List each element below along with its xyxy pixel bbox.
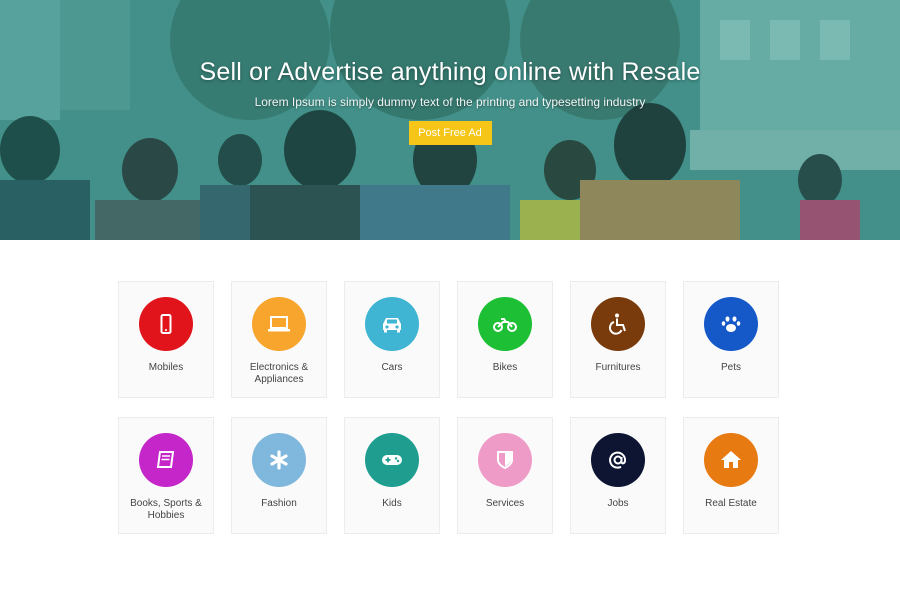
category-icon-circle xyxy=(704,297,758,351)
category-icon-circle xyxy=(591,297,645,351)
asterisk-icon xyxy=(270,450,288,470)
category-label: Jobs xyxy=(607,498,629,509)
motorbike-icon xyxy=(493,318,517,332)
category-tile-jobs[interactable]: Jobs xyxy=(570,417,666,534)
hero-subtitle: Lorem Ipsum is simply dummy text of the … xyxy=(254,95,646,109)
category-icon-circle xyxy=(591,433,645,487)
home-icon xyxy=(721,451,741,468)
hero-banner: Sell or Advertise anything online with R… xyxy=(0,0,900,240)
category-icon-circle xyxy=(252,433,306,487)
laptop-icon xyxy=(268,316,290,332)
category-icon-circle xyxy=(139,433,193,487)
category-label: Kids xyxy=(382,498,402,509)
category-icon-circle xyxy=(252,297,306,351)
gamepad-icon xyxy=(382,455,402,465)
category-tile-electronics-appliances[interactable]: Electronics & Appliances xyxy=(231,281,327,398)
category-label: Cars xyxy=(381,362,403,373)
category-label: Fashion xyxy=(261,498,297,509)
post-free-ad-button[interactable]: Post Free Ad xyxy=(408,121,492,145)
category-tile-real-estate[interactable]: Real Estate xyxy=(683,417,779,534)
category-icon-circle xyxy=(365,297,419,351)
category-tile-bikes[interactable]: Bikes xyxy=(457,281,553,398)
at-sign-icon xyxy=(609,451,627,469)
category-label: Real Estate xyxy=(705,498,757,509)
shield-icon xyxy=(497,451,513,470)
category-tile-fashion[interactable]: Fashion xyxy=(231,417,327,534)
category-label: Pets xyxy=(720,362,741,373)
mobile-icon xyxy=(160,314,172,334)
category-tile-pets[interactable]: Pets xyxy=(683,281,779,398)
category-label: Bikes xyxy=(492,362,518,373)
category-grid: Mobiles Electronics & Appliances Cars Bi… xyxy=(118,281,782,534)
category-label: Electronics & Appliances xyxy=(249,362,309,385)
category-icon-circle xyxy=(704,433,758,487)
car-icon xyxy=(383,318,401,333)
category-tile-services[interactable]: Services xyxy=(457,417,553,534)
category-icon-circle xyxy=(478,297,532,351)
category-label: Mobiles xyxy=(148,362,184,373)
hero-content: Sell or Advertise anything online with R… xyxy=(0,58,900,145)
category-icon-circle xyxy=(478,433,532,487)
book-icon xyxy=(156,451,175,468)
paw-icon xyxy=(721,316,741,332)
category-label: Books, Sports & Hobbies xyxy=(130,498,202,521)
hero-title: Sell or Advertise anything online with R… xyxy=(199,58,701,86)
category-icon-circle xyxy=(365,433,419,487)
category-label: Furnitures xyxy=(595,362,641,373)
wheelchair-icon xyxy=(608,313,626,335)
category-tile-furnitures[interactable]: Furnitures xyxy=(570,281,666,398)
category-tile-kids[interactable]: Kids xyxy=(344,417,440,534)
category-label: Services xyxy=(485,498,525,509)
category-tile-books-sports-hobbies[interactable]: Books, Sports & Hobbies xyxy=(118,417,214,534)
category-tile-cars[interactable]: Cars xyxy=(344,281,440,398)
category-icon-circle xyxy=(139,297,193,351)
category-tile-mobiles[interactable]: Mobiles xyxy=(118,281,214,398)
